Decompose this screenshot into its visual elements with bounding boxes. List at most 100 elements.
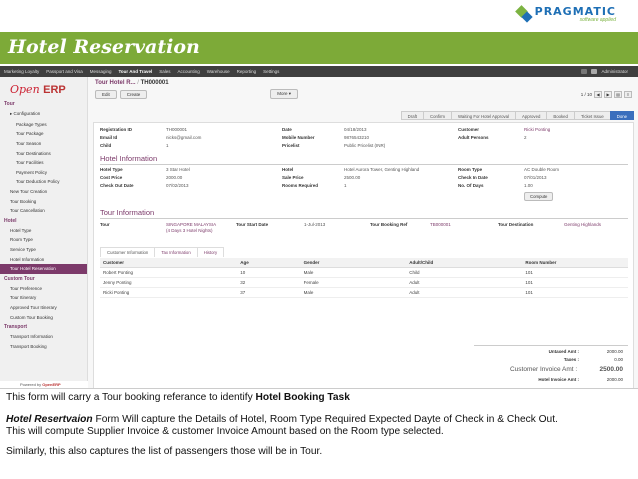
more-button[interactable]: More ▾ xyxy=(270,89,299,99)
hotel-info-title: Hotel Information xyxy=(100,154,158,163)
sidebar-item-custom-tour-booking[interactable]: Custom Tour Booking xyxy=(0,312,87,322)
sidebar-item-hotel-type[interactable]: Hotel Type xyxy=(0,226,87,236)
email-label: Email Id xyxy=(100,135,118,140)
pager-next-icon[interactable]: ▶ xyxy=(604,90,612,98)
sidebar-item-tour-deduction-policy[interactable]: Tour Deduction Policy xyxy=(0,177,87,187)
main-content: Tour Hotel R... / TH000001 Edit Create M… xyxy=(89,77,638,388)
sidebar-item-new-tour-creation[interactable]: New Tour Creation xyxy=(0,187,87,197)
sidebar-item-tour-destinations[interactable]: Tour Destinations xyxy=(0,148,87,158)
sidebar-item-tour-itinerary[interactable]: Tour Itinerary xyxy=(0,293,87,303)
breadcrumb-parent[interactable]: Tour Hotel R... xyxy=(95,80,136,86)
rooms-value: 1 xyxy=(344,183,347,188)
divider xyxy=(100,164,628,165)
table-cell-gender: Male xyxy=(300,287,407,298)
form-view-icon[interactable]: ▤ xyxy=(614,90,622,98)
avatar[interactable] xyxy=(591,69,598,74)
menu-warehouse[interactable]: Warehouse xyxy=(207,69,230,74)
sale-price-label: Sale Price xyxy=(282,175,304,180)
user-name[interactable]: Administrator xyxy=(601,69,628,74)
sidebar-item-package-types[interactable]: Package Types xyxy=(0,120,87,130)
tab-history[interactable]: History xyxy=(196,247,225,257)
sidebar-item-room-type[interactable]: Room Type xyxy=(0,235,87,245)
caption-line-4: Similarly, this also captures the list o… xyxy=(6,445,323,457)
column-header-adult-child: Adult/Child xyxy=(406,258,523,268)
child-value: 1 xyxy=(166,143,169,148)
compute-button[interactable]: Compute xyxy=(524,192,554,201)
erp-screenshot: Marketing Loyalty Passport and Visa Messag… xyxy=(0,66,638,389)
edit-button[interactable]: Edit xyxy=(95,89,117,99)
mail-icon[interactable] xyxy=(581,69,588,74)
status-ticket-issue[interactable]: Ticket Issue xyxy=(573,111,611,120)
tour-info-title: Tour Information xyxy=(100,208,155,217)
table-row[interactable]: Ricki Ponting 37 Male Adult 101 xyxy=(100,287,628,298)
powered-by: Powered by OpenERP xyxy=(0,381,88,388)
sidebar-item-transport-booking[interactable]: Transport Booking xyxy=(0,341,87,351)
tour-label: Tour xyxy=(100,222,110,227)
column-header-gender: Gender xyxy=(300,258,407,268)
menu-settings[interactable]: Settings xyxy=(263,69,279,74)
table-row[interactable]: Robert Ponting 10 Male Child 101 xyxy=(100,267,628,278)
table-row[interactable]: Jenny Ponting 32 Female Adult 101 xyxy=(100,277,628,288)
table-cell-room-number: 101 xyxy=(522,287,628,298)
sidebar-item-service-type[interactable]: Service Type xyxy=(0,245,87,255)
list-view-icon[interactable]: ≡ xyxy=(624,90,632,98)
menu-sales[interactable]: Sales xyxy=(159,69,170,74)
nights-label: No. Of Days xyxy=(458,183,484,188)
cost-price-label: Cost Price xyxy=(100,175,123,180)
customer-value[interactable]: Ricki Ponting xyxy=(524,127,550,132)
sidebar-item-configuration[interactable]: ▸ Configuration xyxy=(0,109,87,120)
menu-marketing-loyalty[interactable]: Marketing Loyalty xyxy=(4,69,39,74)
sidebar-item-approved-tour-itinerary[interactable]: Approved Tour Itinerary xyxy=(0,303,87,313)
sidebar-item-transport-information[interactable]: Transport Information xyxy=(0,332,87,342)
sidebar-item-tour-facilities[interactable]: Tour Facilities xyxy=(0,158,87,168)
checkout-label: Check Out Date xyxy=(100,183,134,188)
tour-value[interactable]: SINGAPORE MALAYSIA xyxy=(166,222,216,227)
tab-customer-information[interactable]: Customer Information xyxy=(100,247,156,257)
registration-id-label: Registration ID xyxy=(100,127,133,132)
sidebar-item-payment-policy[interactable]: Payment Policy xyxy=(0,168,87,178)
checkin-value: 07/01/2013 xyxy=(524,175,547,180)
nights-value: 1.00 xyxy=(524,183,533,188)
table-cell-adult-child: Adult xyxy=(406,287,523,298)
menu-reporting[interactable]: Reporting xyxy=(237,69,257,74)
status-approved[interactable]: Approved xyxy=(514,111,548,120)
table-cell-gender: Male xyxy=(300,267,407,278)
sidebar-item-tour-season[interactable]: Tour Season xyxy=(0,139,87,149)
table-cell-room-number: 101 xyxy=(522,277,628,288)
tour-dest-value[interactable]: Genting Highlands xyxy=(564,222,601,227)
sidebar-item-tour-booking[interactable]: Tour Booking xyxy=(0,196,87,206)
tour-start-value: 1-Jul-2013 xyxy=(304,222,326,227)
hotel-type-label: Hotel Type xyxy=(100,167,123,172)
sidebar-item-tour-package[interactable]: Tour Package xyxy=(0,129,87,139)
menu-accounting[interactable]: Accounting xyxy=(178,69,200,74)
sidebar-item-tour-preference[interactable]: Tour Preference xyxy=(0,284,87,294)
menu-messaging[interactable]: Messaging xyxy=(90,69,112,74)
divider xyxy=(474,345,628,346)
pager: 1 / 10 ◀ ▶ ▤ ≡ xyxy=(581,90,632,98)
status-waiting-for-hotel-approval[interactable]: Waiting For Hotel Approval xyxy=(451,111,516,120)
menu-tour-and-travel[interactable]: Tour And Travel xyxy=(119,69,153,74)
pager-prev-icon[interactable]: ◀ xyxy=(594,90,602,98)
customer-invoice-total: Customer Invoice Amt : 2500.00 xyxy=(509,366,623,373)
room-type-value: AC Double Room xyxy=(524,167,560,172)
menu-passport-and-visa[interactable]: Passport and Visa xyxy=(46,69,82,74)
status-booked[interactable]: Booked xyxy=(546,111,575,120)
status-draft[interactable]: Draft xyxy=(400,111,424,120)
untaxed-total: Untaxed Amt :2000.00 xyxy=(548,349,623,354)
email-value: nicks@gmail.com xyxy=(166,135,202,140)
sidebar-item-tour-cancellation[interactable]: Tour Cancellation xyxy=(0,206,87,216)
create-button[interactable]: Create xyxy=(119,89,148,99)
registration-id-value: TH000001 xyxy=(166,127,188,132)
sidebar-item-hotel-information[interactable]: Hotel Information xyxy=(0,254,87,264)
tab-tax-information[interactable]: Tax Information xyxy=(154,247,198,257)
tour-booking-value[interactable]: TB000001 xyxy=(430,222,451,227)
breadcrumb: Tour Hotel R... / TH000001 xyxy=(89,77,638,89)
status-done[interactable]: Done xyxy=(609,111,634,120)
slide-title: Hotel Reservation xyxy=(8,36,200,58)
sidebar-item-tour-hotel-reservation[interactable]: Tour Hotel Reservation xyxy=(0,263,87,274)
status-confirm[interactable]: Confirm xyxy=(422,111,453,120)
top-menu: Marketing Loyalty Passport and Visa Messag… xyxy=(0,66,638,77)
hotel-type-value: 3 Star Hotel xyxy=(166,167,190,172)
mobile-label: Mobile Number xyxy=(282,135,315,140)
tour-dest-label: Tour Destination xyxy=(498,222,534,227)
